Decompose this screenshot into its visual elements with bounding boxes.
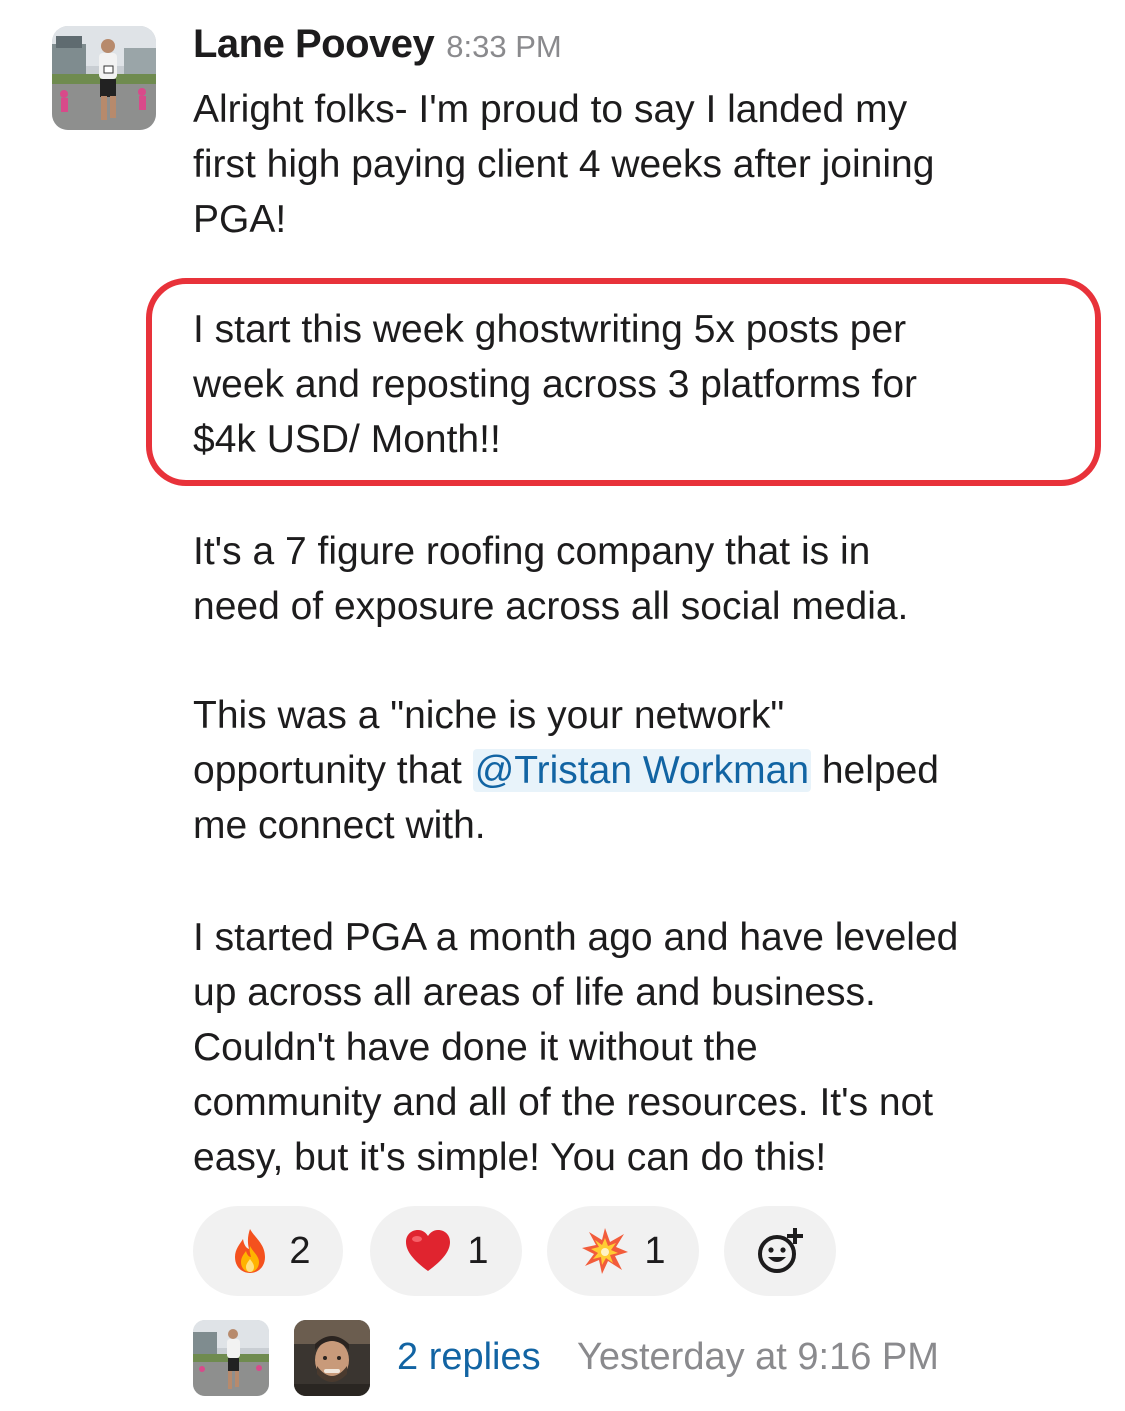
text-line: me connect with.	[193, 804, 486, 847]
text-line: opportunity that @Tristan Workman helped	[193, 743, 1093, 798]
message-paragraph-3: It's a 7 figure roofing company that is …	[193, 524, 1093, 634]
text-line: week and reposting across 3 platforms fo…	[193, 363, 918, 406]
collision-emoji-icon	[582, 1228, 629, 1274]
replier-avatar	[294, 1320, 370, 1396]
message-paragraph-2: I start this week ghostwriting 5x posts …	[193, 302, 1093, 467]
last-reply-timestamp: Yesterday at 9:16 PM	[577, 1336, 939, 1378]
text-segment: helped	[811, 749, 939, 792]
text-line: I start this week ghostwriting 5x posts …	[193, 308, 907, 351]
text-line: up across all areas of life and business…	[193, 971, 876, 1014]
text-line: Alright folks- I'm proud to say I landed…	[193, 88, 908, 131]
add-reaction-icon	[758, 1228, 803, 1273]
text-line: This was a "niche is your network"	[193, 694, 785, 737]
text-line: first high paying client 4 weeks after j…	[193, 143, 935, 186]
reaction-heart[interactable]: 1	[370, 1206, 522, 1296]
runner-photo	[52, 26, 156, 130]
text-line: $4k USD/ Month!!	[193, 418, 501, 461]
message-paragraph-5: I started PGA a month ago and have level…	[193, 910, 1093, 1185]
message-header: Lane Poovey 8:33 PM	[193, 22, 562, 76]
man-portrait-photo	[294, 1320, 370, 1396]
text-segment: opportunity that	[193, 749, 473, 792]
reaction-count: 2	[289, 1229, 311, 1272]
reaction-fire[interactable]: 2	[193, 1206, 343, 1296]
text-line: community and all of the resources. It's…	[193, 1081, 934, 1124]
text-line: need of exposure across all social media…	[193, 585, 909, 628]
reaction-collision[interactable]: 1	[547, 1206, 699, 1296]
text-line: I started PGA a month ago and have level…	[193, 916, 959, 959]
author-avatar[interactable]	[52, 26, 156, 130]
heart-emoji-icon	[406, 1230, 451, 1271]
runner-photo	[193, 1320, 269, 1396]
author-name[interactable]: Lane Poovey	[193, 22, 435, 66]
user-mention[interactable]: @Tristan Workman	[472, 749, 812, 792]
message-paragraph-1: Alright folks- I'm proud to say I landed…	[193, 82, 1093, 247]
text-line: easy, but it's simple! You can do this!	[193, 1136, 827, 1179]
text-line: It's a 7 figure roofing company that is …	[193, 530, 871, 573]
add-reaction-button[interactable]	[724, 1206, 836, 1296]
message-paragraph-4: This was a "niche is your network" oppor…	[193, 688, 1093, 853]
text-line: PGA!	[193, 198, 287, 241]
thread-replies-link[interactable]: 2 replies	[397, 1336, 541, 1379]
replier-avatar	[193, 1320, 269, 1396]
reaction-count: 1	[467, 1229, 489, 1272]
text-line: Couldn't have done it without the	[193, 1026, 758, 1069]
reaction-count: 1	[644, 1229, 666, 1272]
message-timestamp[interactable]: 8:33 PM	[446, 29, 561, 64]
fire-emoji-icon	[235, 1229, 266, 1273]
